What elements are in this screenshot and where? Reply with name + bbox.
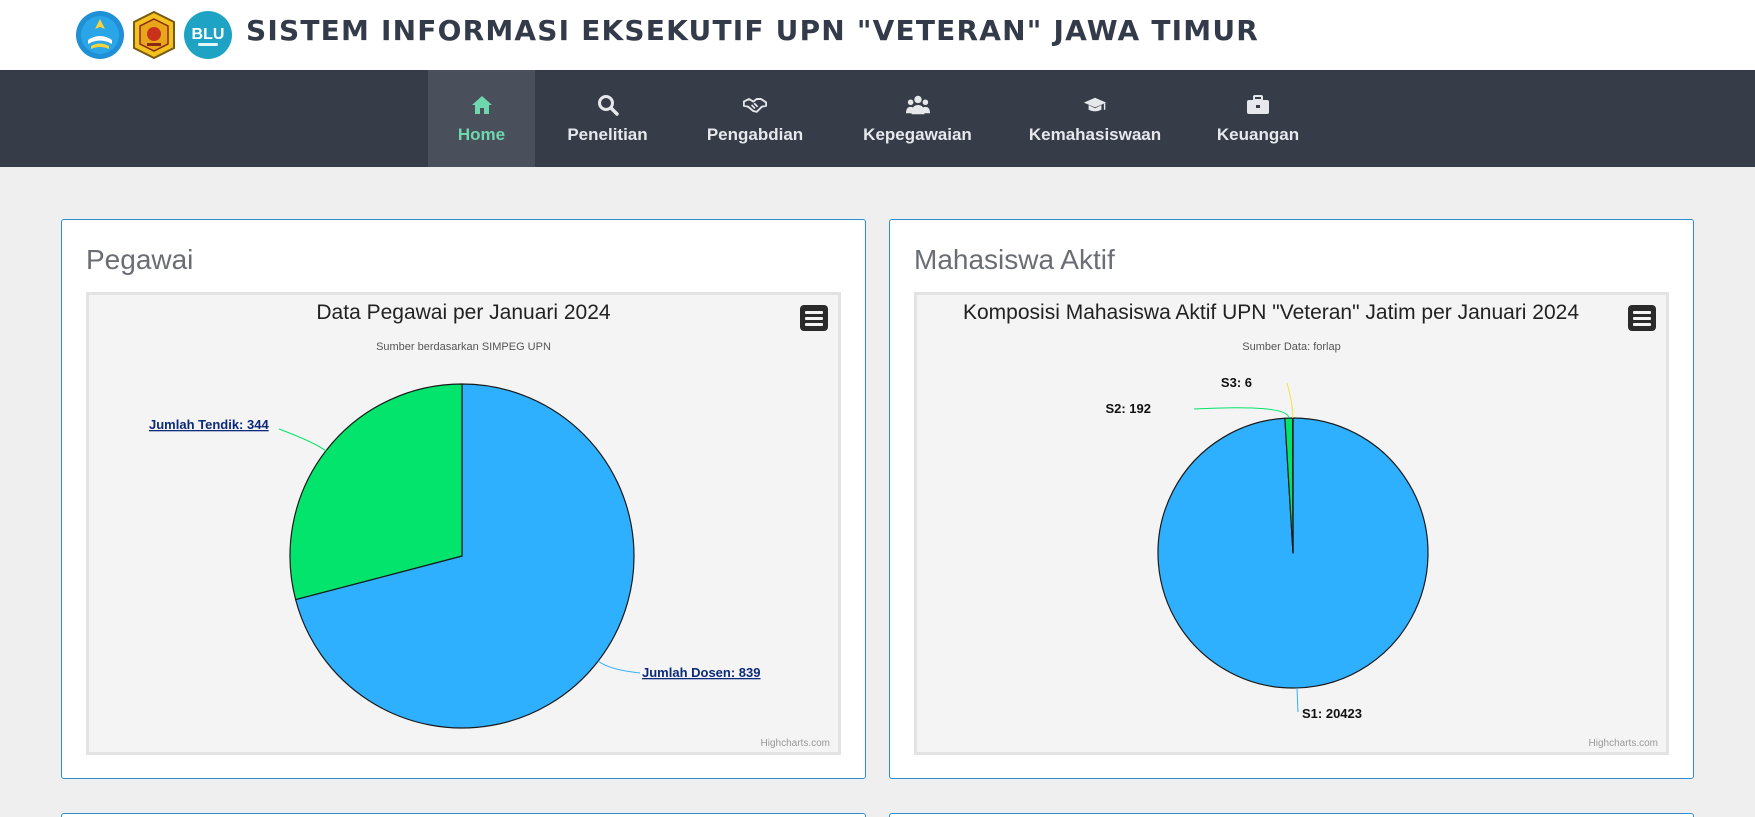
logo-group: BLU bbox=[75, 10, 233, 60]
mahasiswa-card: Mahasiswa Aktif S1: 20423 S2: 192 S3: 6 Ko… bbox=[889, 219, 1694, 779]
nav-item-keuangan[interactable]: Keuangan bbox=[1208, 70, 1308, 167]
data-label: S3: 6 bbox=[1221, 375, 1252, 390]
chart-subtitle: Sumber berdasarkan SIMPEG UPN bbox=[376, 341, 551, 353]
next-card-left bbox=[61, 813, 866, 817]
users-icon bbox=[905, 93, 930, 117]
tut-wuri-handayani-logo[interactable] bbox=[75, 10, 125, 60]
chart-title: Komposisi Mahasiswa Aktif UPN "Veteran" … bbox=[963, 301, 1580, 324]
search-icon bbox=[596, 93, 620, 117]
pegawai-card: Pegawai Jumlah Dosen: 839 Jumlah Tendik: … bbox=[61, 219, 866, 779]
home-icon bbox=[470, 93, 494, 117]
nav-item-kepegawaian[interactable]: Kepegawaian bbox=[855, 70, 980, 167]
chart-menu-button[interactable] bbox=[800, 305, 828, 331]
nav-item-penelitian[interactable]: Penelitian bbox=[555, 70, 660, 167]
nav-label-kemahasiswaan: Kemahasiswaan bbox=[1028, 124, 1162, 144]
nav-label-home: Home bbox=[457, 124, 506, 144]
next-card-right bbox=[889, 813, 1694, 817]
connector-line bbox=[597, 660, 641, 674]
handshake-icon bbox=[743, 93, 767, 117]
app-title: SISTEM INFORMASI EKSEKUTIF UPN "VETERAN"… bbox=[246, 14, 1260, 47]
chart-credits[interactable]: Highcharts.com bbox=[1589, 738, 1658, 749]
main-navbar: Home Penelitian Pengabdian Kepegawaian K… bbox=[0, 70, 1755, 167]
connector-line bbox=[1193, 407, 1290, 419]
nav-label-pengabdian: Pengabdian bbox=[706, 124, 804, 144]
blu-logo-text: BLU bbox=[192, 26, 225, 43]
chart-title: Data Pegawai per Januari 2024 bbox=[316, 301, 611, 324]
nav-item-pengabdian[interactable]: Pengabdian bbox=[695, 70, 815, 167]
data-label[interactable]: Jumlah Tendik: 344 bbox=[149, 417, 269, 432]
pegawai-pie-svg: Jumlah Dosen: 839 Jumlah Tendik: 344 bbox=[149, 383, 761, 729]
chart-subtitle: Sumber Data: forlap bbox=[1242, 341, 1341, 353]
data-label: S2: 192 bbox=[1105, 401, 1151, 416]
chart-menu-button[interactable] bbox=[1628, 305, 1656, 331]
nav-item-kemahasiswaan[interactable]: Kemahasiswaan bbox=[1020, 70, 1170, 167]
nav-item-home[interactable]: Home bbox=[428, 70, 535, 167]
blu-logo[interactable]: BLU bbox=[183, 10, 233, 60]
chart-credits[interactable]: Highcharts.com bbox=[761, 738, 830, 749]
briefcase-icon bbox=[1246, 93, 1270, 117]
nav-label-keuangan: Keuangan bbox=[1216, 124, 1300, 144]
connector-line bbox=[1296, 687, 1299, 713]
nav-label-kepegawaian: Kepegawaian bbox=[863, 124, 972, 144]
graduation-cap-icon bbox=[1083, 93, 1107, 117]
data-label: S1: 20423 bbox=[1302, 706, 1362, 721]
mahasiswa-card-title: Mahasiswa Aktif bbox=[914, 244, 1115, 275]
upn-veteran-logo[interactable] bbox=[129, 10, 179, 60]
pegawai-card-title: Pegawai bbox=[86, 244, 194, 275]
nav-label-penelitian: Penelitian bbox=[567, 124, 648, 144]
pegawai-chart: Jumlah Dosen: 839 Jumlah Tendik: 344 Data… bbox=[86, 292, 841, 755]
connector-line bbox=[278, 428, 327, 452]
mahasiswa-pie-svg: S1: 20423 S2: 192 S3: 6 bbox=[1105, 375, 1429, 721]
connector-line bbox=[1286, 382, 1294, 419]
data-label[interactable]: Jumlah Dosen: 839 bbox=[642, 665, 761, 680]
mahasiswa-chart: S1: 20423 S2: 192 S3: 6 Komposisi Mahasisw… bbox=[914, 292, 1669, 755]
top-header: BLU SISTEM INFORMASI EKSEKUTIF UPN "VETE… bbox=[0, 0, 1755, 70]
